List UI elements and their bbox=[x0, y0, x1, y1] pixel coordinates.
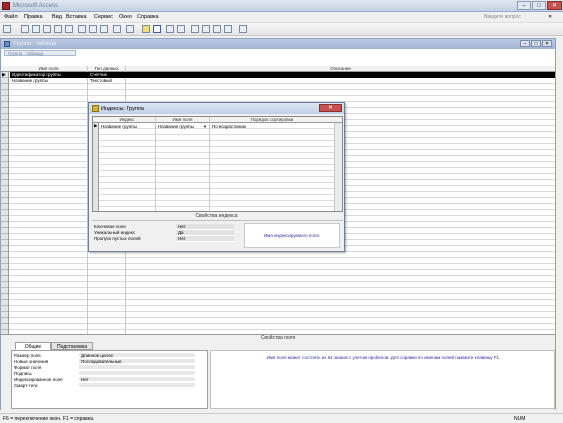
indexes-scrollbar[interactable] bbox=[334, 123, 342, 211]
menu-help[interactable]: Справка bbox=[137, 14, 159, 20]
properties-icon[interactable] bbox=[191, 25, 199, 33]
prop-label-caption: Подпись bbox=[14, 371, 32, 376]
prop-value-indexed[interactable]: Нет bbox=[79, 377, 195, 382]
tab-general[interactable]: Общие bbox=[15, 342, 51, 350]
status-text: F6 = переключение окон. F1 = справка. bbox=[3, 416, 95, 422]
indexes-header-index: Индекс bbox=[119, 117, 135, 122]
menu-window[interactable]: Окно bbox=[119, 14, 132, 20]
search-icon[interactable] bbox=[32, 25, 40, 33]
index-prop-value-ignore-nulls[interactable]: Нет bbox=[176, 236, 234, 242]
indexes-grid[interactable]: Индекс Имя поля Порядок сортировки ▶ Наз… bbox=[92, 116, 343, 212]
database-window-icon[interactable] bbox=[213, 25, 221, 33]
indexes-header-field: Имя поля bbox=[172, 117, 193, 122]
chevron-down-icon[interactable]: ▼ bbox=[202, 124, 208, 129]
menu-edit[interactable]: Правка bbox=[24, 14, 43, 20]
indexes-header-sort-order: Порядок сортировки bbox=[250, 117, 294, 122]
build-icon[interactable] bbox=[202, 25, 210, 33]
column-header-field-name: Имя поля bbox=[38, 66, 59, 71]
insert-row-icon[interactable] bbox=[166, 25, 174, 33]
app-titlebar bbox=[0, 0, 563, 12]
prop-label-new-values: Новые значения bbox=[14, 359, 49, 364]
num-lock-indicator: NUM bbox=[514, 416, 526, 422]
index-properties-header: Свойства индекса bbox=[195, 213, 238, 219]
table-window-titlebar bbox=[1, 39, 555, 49]
access-app-icon bbox=[2, 2, 10, 10]
close-button[interactable]: ✕ bbox=[547, 1, 562, 10]
save-icon[interactable] bbox=[21, 25, 29, 33]
indexes-row-selector[interactable] bbox=[93, 123, 99, 211]
minimize-button[interactable]: – bbox=[517, 1, 531, 10]
prop-label-field-size: Размер поля bbox=[14, 353, 41, 358]
view-icon[interactable] bbox=[3, 25, 11, 33]
column-divider bbox=[209, 117, 210, 211]
menu-tools[interactable]: Сервис bbox=[94, 14, 113, 20]
delete-row-icon[interactable] bbox=[177, 25, 185, 33]
table-close-button[interactable]: ✕ bbox=[542, 40, 552, 47]
column-header-data-type: Тип данных bbox=[94, 66, 119, 71]
table-maximize-button[interactable]: □ bbox=[531, 40, 541, 47]
column-header-description: Описание bbox=[330, 66, 351, 71]
table-window-title: Группа : таблица bbox=[14, 41, 57, 47]
prop-value-caption[interactable] bbox=[79, 371, 195, 376]
key-icon[interactable] bbox=[142, 25, 150, 33]
indexes-dialog-close-button[interactable]: ✕ bbox=[319, 104, 342, 112]
prop-label-smart-tags: Смарт-теги bbox=[14, 383, 38, 388]
prop-value-field-size[interactable]: Длинное целое bbox=[79, 353, 195, 358]
indexes-dialog-icon bbox=[92, 105, 99, 112]
paste-icon[interactable] bbox=[100, 25, 108, 33]
table-minimize-button[interactable]: – bbox=[520, 40, 530, 47]
prop-label-format: Формат поля bbox=[14, 365, 42, 370]
close-menu-icon[interactable]: ✕ bbox=[548, 14, 552, 20]
current-row-arrow-icon: ▶ bbox=[94, 123, 98, 128]
prop-value-format[interactable] bbox=[79, 365, 195, 370]
tab-lookup[interactable]: Подстановка bbox=[51, 342, 93, 350]
field-name-cell[interactable]: Название группы bbox=[10, 78, 87, 84]
spellcheck-icon[interactable] bbox=[65, 25, 73, 33]
copy-icon[interactable] bbox=[89, 25, 97, 33]
prop-label-indexed: Индексированное поле bbox=[14, 377, 63, 382]
indexes-dialog: Индексы: Группа ✕ Индекс Имя поля Порядо… bbox=[88, 102, 345, 252]
current-row-arrow-icon: ▶ bbox=[2, 72, 6, 78]
preview-icon[interactable] bbox=[54, 25, 62, 33]
print-icon[interactable] bbox=[43, 25, 51, 33]
indexes-icon[interactable] bbox=[153, 25, 161, 33]
prop-value-new-values[interactable]: Последовательные bbox=[79, 359, 195, 364]
indexes-dialog-title: Индексы: Группа bbox=[101, 106, 144, 112]
app-title: Microsoft Access bbox=[13, 3, 59, 9]
menu-view[interactable]: Вид bbox=[52, 14, 62, 20]
menu-file[interactable]: Файл bbox=[4, 14, 18, 20]
index-name-cell[interactable]: Название группы bbox=[99, 124, 155, 129]
maximize-button[interactable]: □ bbox=[532, 1, 546, 10]
index-sort-order-cell[interactable]: По возрастанию bbox=[210, 124, 330, 129]
data-type-cell[interactable]: Текстовый bbox=[88, 78, 125, 84]
column-divider bbox=[155, 117, 156, 211]
undo-icon[interactable] bbox=[113, 25, 121, 33]
new-object-icon[interactable] bbox=[224, 25, 232, 33]
cut-icon[interactable] bbox=[78, 25, 86, 33]
table-icon bbox=[4, 41, 10, 47]
help-question-input[interactable]: Введите вопрос bbox=[484, 13, 544, 22]
redo-icon[interactable] bbox=[126, 25, 134, 33]
row-selector-column[interactable] bbox=[1, 66, 9, 334]
field-help-text: Имя поля может состоять из 64 знаков с у… bbox=[266, 355, 501, 360]
prop-value-smart-tags[interactable] bbox=[79, 383, 195, 388]
table-window-tab[interactable]: Группа : таблица bbox=[4, 50, 76, 56]
index-prop-label-ignore-nulls: Пропуск пустых полей bbox=[94, 236, 141, 241]
index-help-text: Имя индексируемого поля. bbox=[263, 233, 321, 238]
field-properties-header: Свойства поля bbox=[1, 334, 555, 341]
help-icon[interactable] bbox=[239, 25, 247, 33]
index-field-cell[interactable]: Название группы bbox=[156, 124, 202, 129]
menu-insert[interactable]: Вставка bbox=[66, 14, 86, 20]
